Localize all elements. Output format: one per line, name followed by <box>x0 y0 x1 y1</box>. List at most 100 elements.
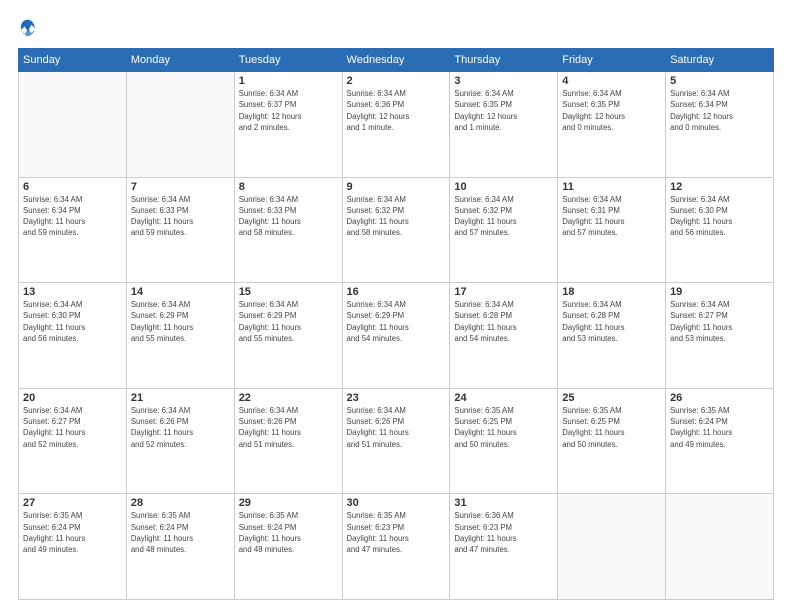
calendar-cell: 12Sunrise: 6:34 AM Sunset: 6:30 PM Dayli… <box>666 177 774 283</box>
calendar-cell: 3Sunrise: 6:34 AM Sunset: 6:35 PM Daylig… <box>450 72 558 178</box>
calendar-cell <box>558 494 666 600</box>
day-info: Sunrise: 6:34 AM Sunset: 6:30 PM Dayligh… <box>670 194 769 239</box>
day-number: 2 <box>347 75 446 87</box>
calendar-cell: 15Sunrise: 6:34 AM Sunset: 6:29 PM Dayli… <box>234 283 342 389</box>
day-number: 29 <box>239 497 338 509</box>
day-info: Sunrise: 6:34 AM Sunset: 6:30 PM Dayligh… <box>23 299 122 344</box>
calendar-cell: 4Sunrise: 6:34 AM Sunset: 6:35 PM Daylig… <box>558 72 666 178</box>
calendar-cell: 11Sunrise: 6:34 AM Sunset: 6:31 PM Dayli… <box>558 177 666 283</box>
day-number: 18 <box>562 286 661 298</box>
day-info: Sunrise: 6:35 AM Sunset: 6:23 PM Dayligh… <box>347 510 446 555</box>
calendar-cell: 7Sunrise: 6:34 AM Sunset: 6:33 PM Daylig… <box>126 177 234 283</box>
calendar-cell: 31Sunrise: 6:36 AM Sunset: 6:23 PM Dayli… <box>450 494 558 600</box>
calendar-cell: 30Sunrise: 6:35 AM Sunset: 6:23 PM Dayli… <box>342 494 450 600</box>
weekday-header: Tuesday <box>234 49 342 72</box>
day-info: Sunrise: 6:34 AM Sunset: 6:29 PM Dayligh… <box>347 299 446 344</box>
calendar-cell: 22Sunrise: 6:34 AM Sunset: 6:26 PM Dayli… <box>234 388 342 494</box>
weekday-header: Wednesday <box>342 49 450 72</box>
weekday-header: Monday <box>126 49 234 72</box>
day-info: Sunrise: 6:34 AM Sunset: 6:35 PM Dayligh… <box>454 88 553 133</box>
day-info: Sunrise: 6:35 AM Sunset: 6:25 PM Dayligh… <box>454 405 553 450</box>
calendar-cell: 6Sunrise: 6:34 AM Sunset: 6:34 PM Daylig… <box>19 177 127 283</box>
calendar-cell: 14Sunrise: 6:34 AM Sunset: 6:29 PM Dayli… <box>126 283 234 389</box>
day-number: 14 <box>131 286 230 298</box>
weekday-header: Sunday <box>19 49 127 72</box>
calendar-cell: 20Sunrise: 6:34 AM Sunset: 6:27 PM Dayli… <box>19 388 127 494</box>
calendar-cell <box>666 494 774 600</box>
calendar-cell: 24Sunrise: 6:35 AM Sunset: 6:25 PM Dayli… <box>450 388 558 494</box>
logo <box>18 18 46 38</box>
day-info: Sunrise: 6:34 AM Sunset: 6:32 PM Dayligh… <box>454 194 553 239</box>
day-number: 19 <box>670 286 769 298</box>
day-number: 28 <box>131 497 230 509</box>
calendar-table: SundayMondayTuesdayWednesdayThursdayFrid… <box>18 48 774 600</box>
calendar-cell: 26Sunrise: 6:35 AM Sunset: 6:24 PM Dayli… <box>666 388 774 494</box>
calendar-cell: 25Sunrise: 6:35 AM Sunset: 6:25 PM Dayli… <box>558 388 666 494</box>
calendar-cell: 18Sunrise: 6:34 AM Sunset: 6:28 PM Dayli… <box>558 283 666 389</box>
day-number: 13 <box>23 286 122 298</box>
day-info: Sunrise: 6:35 AM Sunset: 6:24 PM Dayligh… <box>239 510 338 555</box>
day-info: Sunrise: 6:36 AM Sunset: 6:23 PM Dayligh… <box>454 510 553 555</box>
day-info: Sunrise: 6:34 AM Sunset: 6:31 PM Dayligh… <box>562 194 661 239</box>
day-info: Sunrise: 6:34 AM Sunset: 6:26 PM Dayligh… <box>131 405 230 450</box>
calendar-cell: 10Sunrise: 6:34 AM Sunset: 6:32 PM Dayli… <box>450 177 558 283</box>
calendar-cell: 29Sunrise: 6:35 AM Sunset: 6:24 PM Dayli… <box>234 494 342 600</box>
day-number: 9 <box>347 181 446 193</box>
calendar-week-row: 1Sunrise: 6:34 AM Sunset: 6:37 PM Daylig… <box>19 72 774 178</box>
day-info: Sunrise: 6:34 AM Sunset: 6:26 PM Dayligh… <box>347 405 446 450</box>
day-info: Sunrise: 6:34 AM Sunset: 6:29 PM Dayligh… <box>239 299 338 344</box>
day-number: 7 <box>131 181 230 193</box>
day-number: 26 <box>670 392 769 404</box>
day-info: Sunrise: 6:35 AM Sunset: 6:24 PM Dayligh… <box>23 510 122 555</box>
day-number: 31 <box>454 497 553 509</box>
day-info: Sunrise: 6:34 AM Sunset: 6:28 PM Dayligh… <box>562 299 661 344</box>
day-info: Sunrise: 6:34 AM Sunset: 6:32 PM Dayligh… <box>347 194 446 239</box>
day-info: Sunrise: 6:34 AM Sunset: 6:26 PM Dayligh… <box>239 405 338 450</box>
day-number: 16 <box>347 286 446 298</box>
calendar-cell: 28Sunrise: 6:35 AM Sunset: 6:24 PM Dayli… <box>126 494 234 600</box>
calendar-cell: 9Sunrise: 6:34 AM Sunset: 6:32 PM Daylig… <box>342 177 450 283</box>
calendar-cell: 23Sunrise: 6:34 AM Sunset: 6:26 PM Dayli… <box>342 388 450 494</box>
calendar-cell <box>126 72 234 178</box>
calendar-cell: 19Sunrise: 6:34 AM Sunset: 6:27 PM Dayli… <box>666 283 774 389</box>
calendar-cell: 21Sunrise: 6:34 AM Sunset: 6:26 PM Dayli… <box>126 388 234 494</box>
day-info: Sunrise: 6:34 AM Sunset: 6:34 PM Dayligh… <box>23 194 122 239</box>
day-number: 10 <box>454 181 553 193</box>
day-number: 20 <box>23 392 122 404</box>
day-info: Sunrise: 6:34 AM Sunset: 6:27 PM Dayligh… <box>670 299 769 344</box>
calendar-cell: 17Sunrise: 6:34 AM Sunset: 6:28 PM Dayli… <box>450 283 558 389</box>
weekday-header: Friday <box>558 49 666 72</box>
day-number: 3 <box>454 75 553 87</box>
day-number: 5 <box>670 75 769 87</box>
calendar-cell: 1Sunrise: 6:34 AM Sunset: 6:37 PM Daylig… <box>234 72 342 178</box>
calendar-week-row: 20Sunrise: 6:34 AM Sunset: 6:27 PM Dayli… <box>19 388 774 494</box>
day-info: Sunrise: 6:34 AM Sunset: 6:27 PM Dayligh… <box>23 405 122 450</box>
page: SundayMondayTuesdayWednesdayThursdayFrid… <box>0 0 792 612</box>
day-number: 30 <box>347 497 446 509</box>
calendar-week-row: 13Sunrise: 6:34 AM Sunset: 6:30 PM Dayli… <box>19 283 774 389</box>
calendar-cell <box>19 72 127 178</box>
day-info: Sunrise: 6:34 AM Sunset: 6:28 PM Dayligh… <box>454 299 553 344</box>
day-info: Sunrise: 6:34 AM Sunset: 6:36 PM Dayligh… <box>347 88 446 133</box>
calendar-week-row: 27Sunrise: 6:35 AM Sunset: 6:24 PM Dayli… <box>19 494 774 600</box>
calendar-cell: 27Sunrise: 6:35 AM Sunset: 6:24 PM Dayli… <box>19 494 127 600</box>
day-number: 25 <box>562 392 661 404</box>
day-number: 23 <box>347 392 446 404</box>
day-info: Sunrise: 6:34 AM Sunset: 6:29 PM Dayligh… <box>131 299 230 344</box>
calendar-week-row: 6Sunrise: 6:34 AM Sunset: 6:34 PM Daylig… <box>19 177 774 283</box>
header <box>18 18 774 38</box>
weekday-header: Saturday <box>666 49 774 72</box>
day-number: 4 <box>562 75 661 87</box>
calendar-cell: 16Sunrise: 6:34 AM Sunset: 6:29 PM Dayli… <box>342 283 450 389</box>
day-number: 17 <box>454 286 553 298</box>
weekday-header: Thursday <box>450 49 558 72</box>
day-info: Sunrise: 6:35 AM Sunset: 6:25 PM Dayligh… <box>562 405 661 450</box>
day-number: 8 <box>239 181 338 193</box>
day-number: 6 <box>23 181 122 193</box>
day-number: 11 <box>562 181 661 193</box>
day-info: Sunrise: 6:34 AM Sunset: 6:33 PM Dayligh… <box>131 194 230 239</box>
calendar-cell: 13Sunrise: 6:34 AM Sunset: 6:30 PM Dayli… <box>19 283 127 389</box>
day-number: 15 <box>239 286 338 298</box>
day-number: 21 <box>131 392 230 404</box>
day-number: 24 <box>454 392 553 404</box>
